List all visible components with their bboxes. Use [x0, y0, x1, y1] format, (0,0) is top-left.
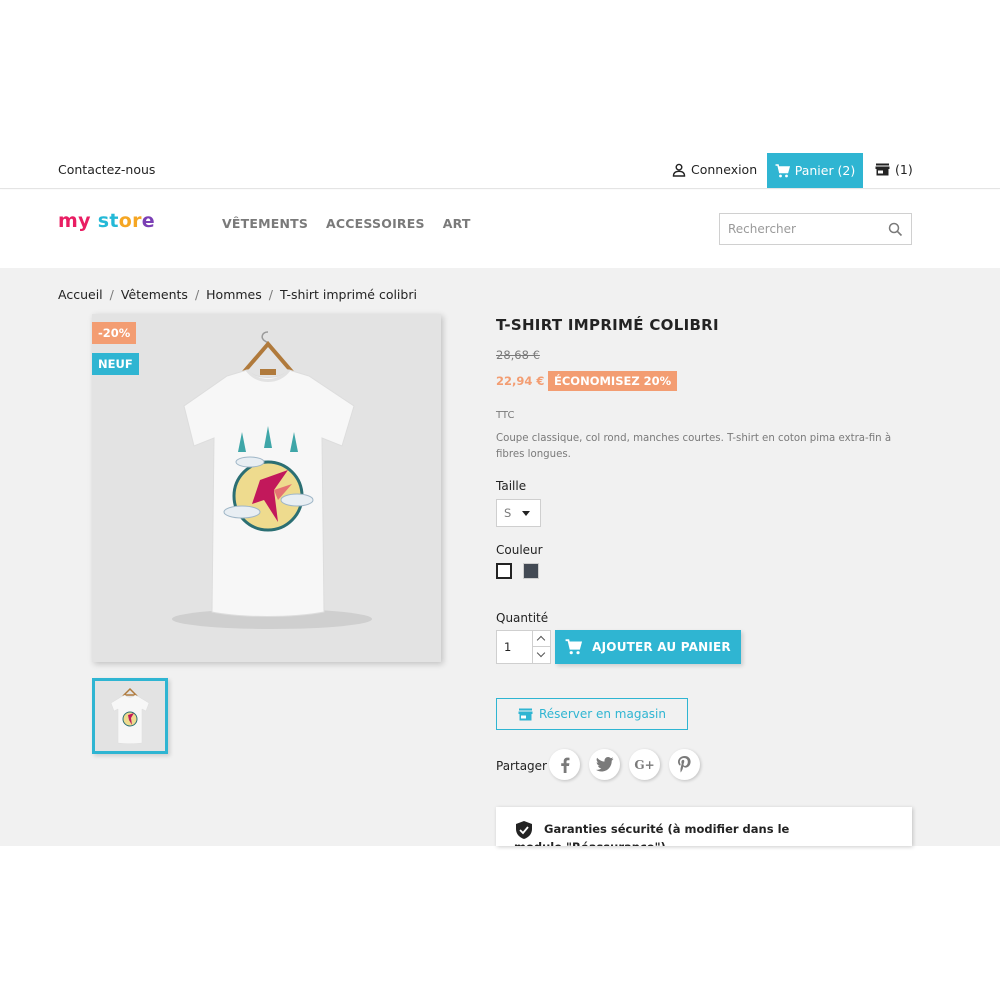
pinterest-icon — [678, 756, 691, 773]
reassurance-text: Garanties sécurité (à modifier dans le m… — [514, 822, 790, 846]
main-header: my store VÊTEMENTS ACCESSOIRES ART Reche… — [0, 190, 1000, 268]
size-select[interactable]: S — [496, 499, 541, 527]
product-thumbnail[interactable] — [92, 678, 168, 754]
product-description: Coupe classique, col rond, manches court… — [496, 433, 892, 460]
color-swatch-white[interactable] — [496, 563, 512, 579]
new-badge: NEUF — [92, 353, 139, 375]
breadcrumb-item[interactable]: Accueil — [58, 287, 103, 302]
store-icon — [875, 163, 890, 176]
search-placeholder: Rechercher — [728, 222, 796, 236]
quantity-value: 1 — [504, 640, 512, 654]
cart-icon — [565, 639, 583, 655]
cart-button[interactable]: Panier (2) — [767, 153, 863, 188]
breadcrumb-separator: / — [194, 287, 200, 302]
quantity-stepper[interactable]: 1 — [496, 630, 551, 664]
breadcrumb-current: T-shirt imprimé colibri — [279, 287, 417, 302]
product-title: T-SHIRT IMPRIMÉ COLIBRI — [496, 316, 719, 334]
quantity-up-icon[interactable] — [532, 631, 550, 647]
breadcrumb: Accueil / Vêtements / Hommes / T-shirt i… — [58, 287, 417, 302]
caret-down-icon — [522, 511, 530, 516]
nav-item-accessoires[interactable]: ACCESSOIRES — [326, 216, 425, 231]
pinterest-share-button[interactable] — [669, 749, 700, 780]
search-input[interactable]: Rechercher — [719, 213, 912, 245]
facebook-icon — [560, 757, 569, 773]
add-to-cart-button[interactable]: AJOUTER AU PANIER — [555, 630, 741, 664]
quantity-label: Quantité — [496, 611, 549, 625]
store-logo[interactable]: my store — [58, 210, 155, 232]
twitter-icon — [595, 757, 613, 772]
reassurance-block: Garanties sécurité (à modifier dans le m… — [496, 807, 912, 846]
current-price: 22,94 € — [496, 374, 545, 388]
top-bar: Contactez-nous Connexion Panier (2) (1) — [0, 152, 1000, 189]
tshirt-image — [172, 331, 372, 629]
login-label: Connexion — [691, 162, 758, 177]
cart-label: Panier (2) — [794, 163, 856, 178]
nav-item-vetements[interactable]: VÊTEMENTS — [222, 216, 308, 231]
tshirt-thumbnail-image — [110, 687, 150, 744]
store-icon — [518, 708, 533, 720]
size-label: Taille — [496, 479, 527, 493]
regular-price: 28,68 € — [496, 348, 540, 362]
google-plus-icon: G+ — [634, 757, 655, 772]
color-label: Couleur — [496, 543, 543, 557]
product-page: Accueil / Vêtements / Hommes / T-shirt i… — [0, 268, 1000, 846]
reserve-in-store-button[interactable]: Réserver en magasin — [496, 698, 688, 730]
discount-label: ÉCONOMISEZ 20% — [548, 371, 678, 391]
breadcrumb-separator: / — [109, 287, 114, 302]
main-nav: VÊTEMENTS ACCESSOIRES ART — [222, 216, 471, 231]
twitter-share-button[interactable] — [589, 749, 620, 780]
breadcrumb-item[interactable]: Vêtements — [121, 287, 188, 302]
search-icon[interactable] — [888, 222, 903, 237]
reserve-label: Réserver en magasin — [539, 707, 666, 721]
share-label: Partager — [496, 759, 547, 773]
store-count: (1) — [895, 162, 913, 177]
product-main-image[interactable] — [92, 314, 441, 662]
breadcrumb-item[interactable]: Hommes — [206, 287, 262, 302]
contact-link[interactable]: Contactez-nous — [58, 162, 155, 177]
login-link[interactable]: Connexion — [672, 162, 757, 177]
size-value: S — [504, 506, 512, 520]
googleplus-share-button[interactable]: G+ — [629, 749, 660, 780]
nav-item-art[interactable]: ART — [443, 216, 471, 231]
add-to-cart-label: AJOUTER AU PANIER — [592, 640, 731, 654]
store-button[interactable]: (1) — [875, 162, 913, 177]
cart-icon — [775, 163, 790, 177]
breadcrumb-separator: / — [268, 287, 273, 302]
quantity-down-icon[interactable] — [532, 647, 550, 663]
facebook-share-button[interactable] — [549, 749, 580, 780]
discount-badge: -20% — [92, 322, 137, 344]
tax-label: TTC — [496, 410, 515, 421]
color-swatch-dark[interactable] — [523, 563, 539, 579]
user-icon — [672, 163, 686, 177]
